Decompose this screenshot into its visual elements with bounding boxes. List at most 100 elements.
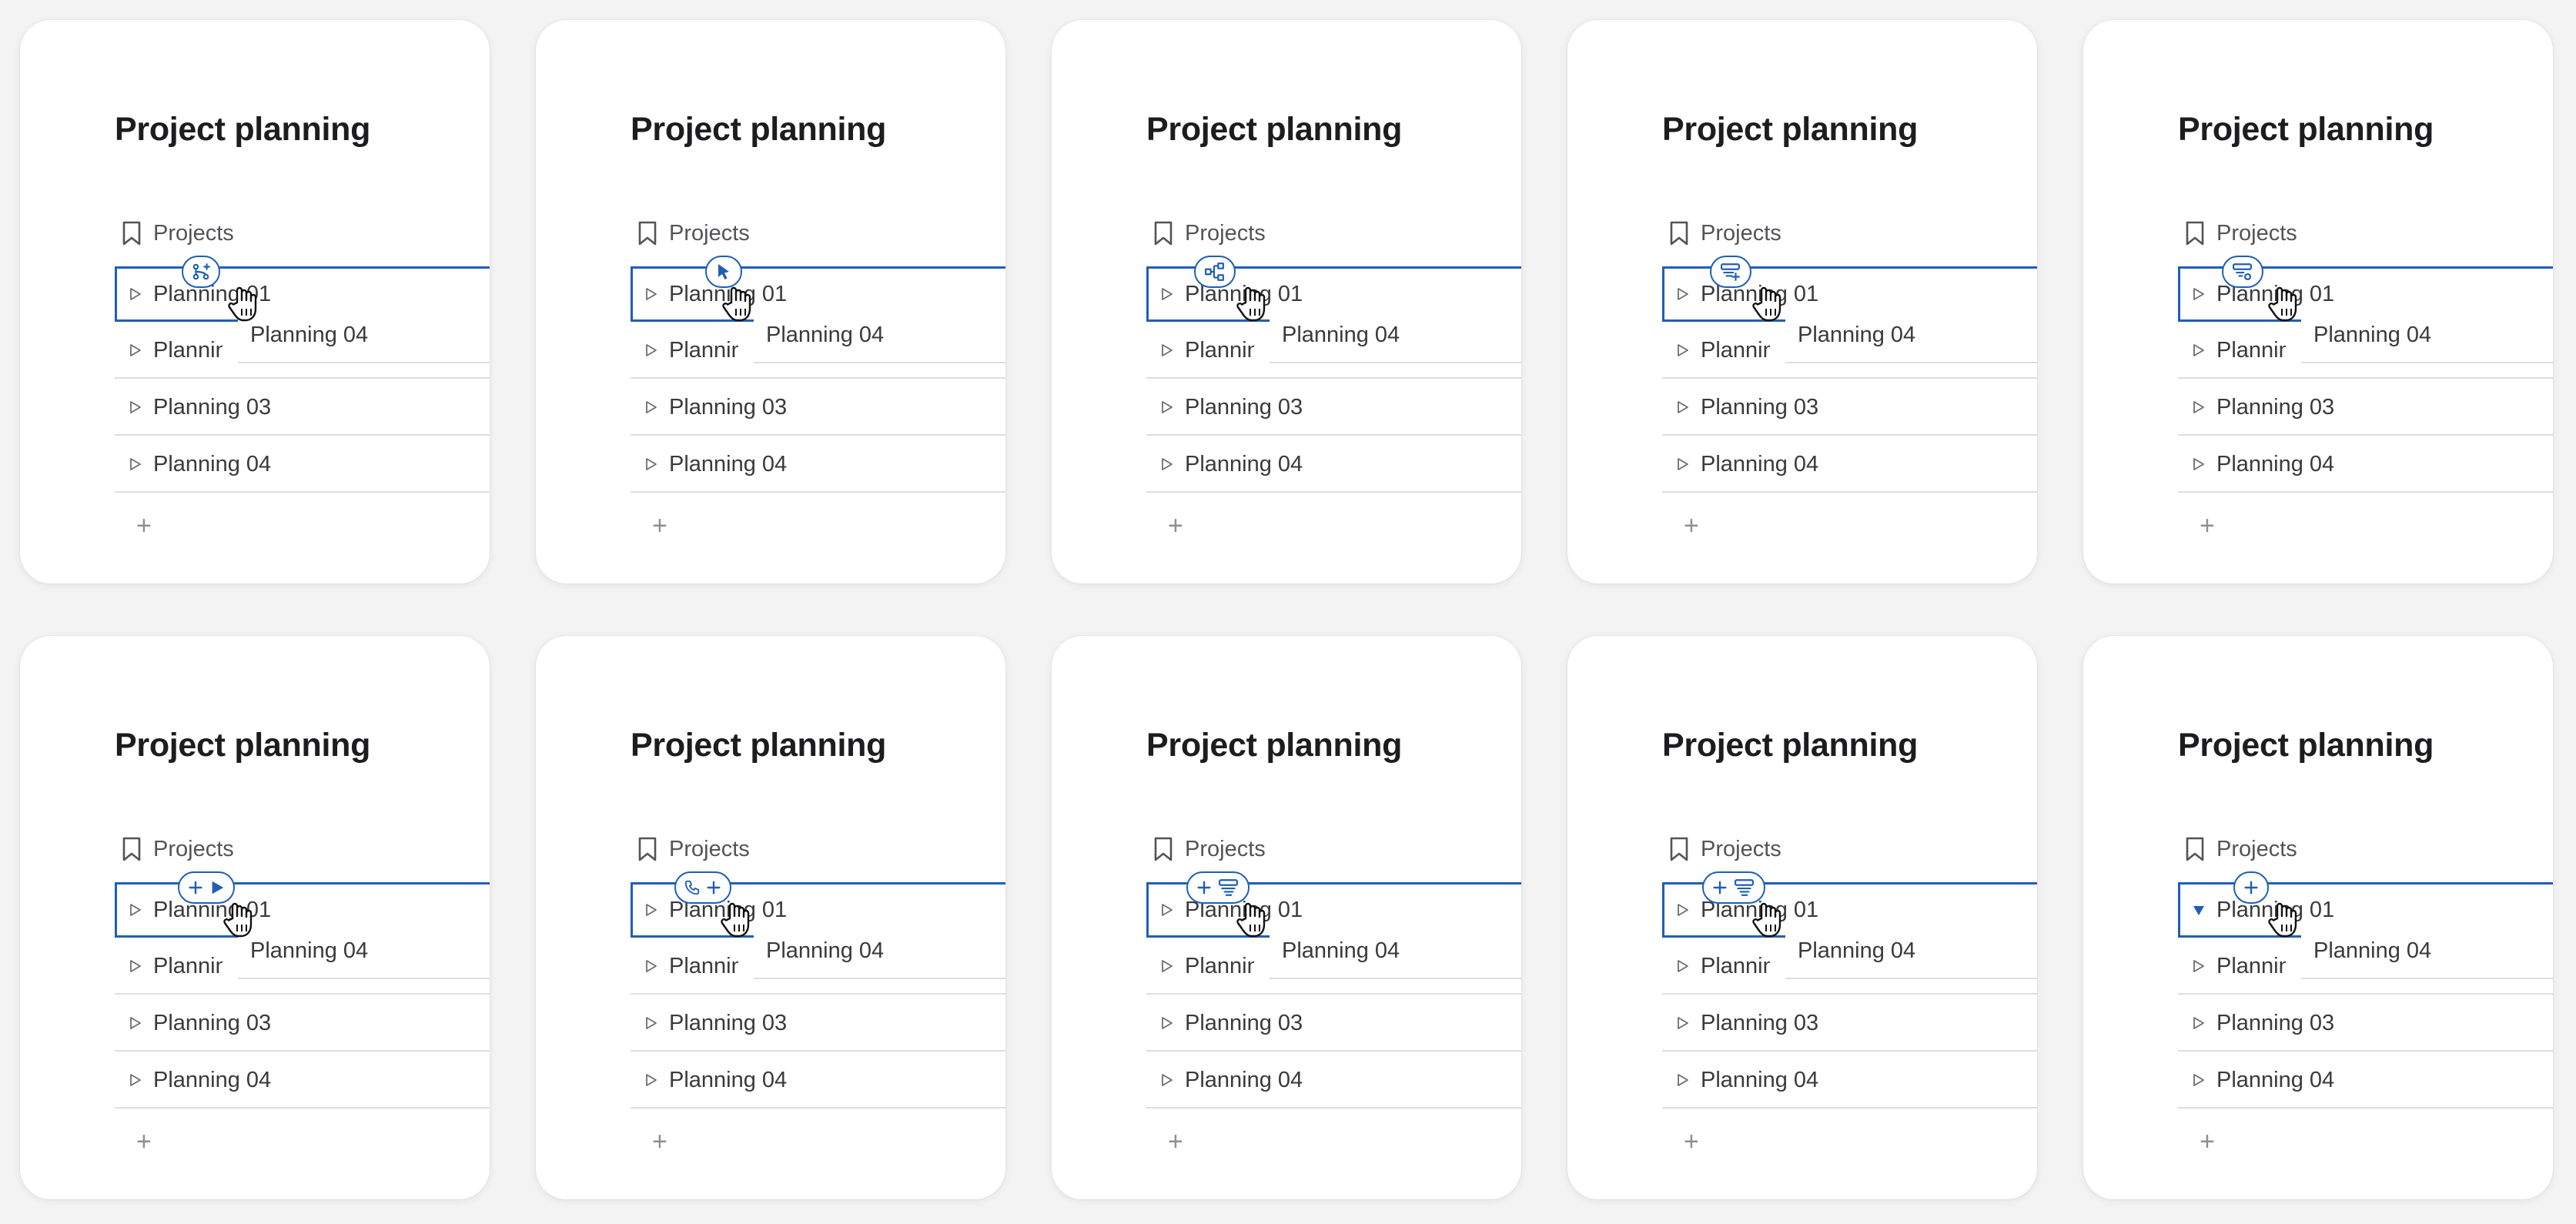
disclosure-triangle-icon[interactable]: [129, 457, 142, 471]
disclosure-triangle-icon[interactable]: [1161, 903, 1173, 917]
expanded-triangle-icon[interactable]: [2193, 903, 2205, 917]
dragged-row-ghost: Planning 04: [1270, 924, 1521, 979]
disclosure-triangle-icon[interactable]: [2193, 1016, 2205, 1030]
disclosure-triangle-icon[interactable]: [645, 903, 657, 917]
disclosure-triangle-icon[interactable]: [1677, 400, 1689, 414]
disclosure-triangle-icon[interactable]: [645, 400, 657, 414]
card-title: Project planning: [631, 111, 887, 148]
tree-row[interactable]: Planning 03: [1146, 380, 1521, 436]
disclosure-triangle-icon[interactable]: [1161, 457, 1173, 471]
bookmark-icon: [2185, 837, 2205, 861]
tree-row[interactable]: Planning 04: [1662, 437, 2037, 493]
tree-row[interactable]: Planning 04: [2178, 437, 2553, 493]
tree-row[interactable]: Planning 03: [631, 380, 1005, 436]
disclosure-triangle-icon[interactable]: [1677, 457, 1689, 471]
disclosure-triangle-icon[interactable]: [645, 1073, 657, 1087]
projects-section[interactable]: Projects: [115, 214, 234, 252]
disclosure-triangle-icon[interactable]: [1677, 1073, 1689, 1087]
projects-label: Projects: [1185, 836, 1266, 861]
tree-row[interactable]: Planning 03: [631, 996, 1005, 1052]
add-item-button[interactable]: +: [2200, 513, 2215, 539]
add-item-button[interactable]: +: [1168, 1129, 1183, 1155]
tree-row[interactable]: Planning 04: [1146, 1053, 1521, 1109]
tree-row-label: Planning 02: [1701, 337, 1770, 363]
disclosure-triangle-icon[interactable]: [129, 1016, 142, 1030]
disclosure-triangle-icon[interactable]: [1161, 1016, 1173, 1030]
project-planning-card: Project planning Projects Planning 01 Pl…: [536, 20, 1005, 584]
tree-row[interactable]: Planning 03: [1146, 996, 1521, 1052]
projects-section[interactable]: Projects: [1662, 214, 1781, 252]
disclosure-triangle-icon[interactable]: [645, 457, 657, 471]
add-item-button[interactable]: +: [1684, 1129, 1699, 1155]
disclosure-triangle-icon[interactable]: [645, 959, 657, 973]
dragged-row-ghost: Planning 04: [754, 308, 1005, 363]
disclosure-triangle-icon[interactable]: [2193, 343, 2205, 357]
tree-row[interactable]: Planning 03: [115, 380, 490, 436]
tree-row[interactable]: Planning 04: [115, 437, 490, 493]
projects-section[interactable]: Projects: [2178, 830, 2297, 868]
tree-row[interactable]: Planning 04: [631, 437, 1005, 493]
bookmark-icon: [637, 837, 657, 861]
projects-section[interactable]: Projects: [115, 830, 234, 868]
disclosure-triangle-icon[interactable]: [1677, 343, 1689, 357]
disclosure-triangle-icon[interactable]: [1677, 287, 1689, 301]
disclosure-triangle-icon[interactable]: [2193, 1073, 2205, 1087]
disclosure-triangle-icon[interactable]: [129, 959, 142, 973]
disclosure-triangle-icon[interactable]: [1161, 343, 1173, 357]
disclosure-triangle-icon[interactable]: [1677, 959, 1689, 973]
tree-row[interactable]: Planning 03: [2178, 996, 2553, 1052]
tree-row[interactable]: Planning 03: [1662, 380, 2037, 436]
disclosure-triangle-icon[interactable]: [1677, 903, 1689, 917]
disclosure-triangle-icon[interactable]: [645, 1016, 657, 1030]
disclosure-triangle-icon[interactable]: [645, 343, 657, 357]
bookmark-icon: [122, 221, 142, 246]
projects-label: Projects: [2216, 836, 2297, 861]
disclosure-triangle-icon[interactable]: [2193, 400, 2205, 414]
tree-row[interactable]: Planning 04: [115, 1053, 490, 1109]
projects-section[interactable]: Projects: [631, 214, 750, 252]
tree-row[interactable]: Planning 04: [631, 1053, 1005, 1109]
disclosure-triangle-icon[interactable]: [129, 1073, 142, 1087]
tree-row[interactable]: Planning 03: [1662, 996, 2037, 1052]
dragged-row-label: Planning 04: [2313, 322, 2432, 347]
add-item-button[interactable]: +: [2200, 1129, 2215, 1155]
tree-row[interactable]: Planning 03: [115, 996, 490, 1052]
disclosure-triangle-icon[interactable]: [129, 343, 142, 357]
drop-action-badge: [1194, 256, 1236, 288]
disclosure-triangle-icon[interactable]: [1161, 400, 1173, 414]
tree-row-label: Planning 02: [1185, 953, 1254, 978]
tree-row[interactable]: Planning 03: [2178, 380, 2553, 436]
disclosure-triangle-icon[interactable]: [129, 400, 142, 414]
disclosure-triangle-icon[interactable]: [1161, 959, 1173, 973]
tree-row[interactable]: Planning 04: [1146, 437, 1521, 493]
projects-section[interactable]: Projects: [1146, 214, 1266, 252]
dragged-row-ghost: Planning 04: [2301, 924, 2553, 979]
disclosure-triangle-icon[interactable]: [2193, 959, 2205, 973]
disclosure-triangle-icon[interactable]: [129, 287, 142, 301]
projects-label: Projects: [2216, 220, 2297, 246]
disclosure-triangle-icon[interactable]: [1161, 1073, 1173, 1087]
grab-hand-cursor-icon: [1751, 901, 1785, 938]
add-item-button[interactable]: +: [652, 1129, 667, 1155]
tree-row-label: Planning 04: [669, 1067, 788, 1092]
tree-row[interactable]: Planning 04: [1662, 1053, 2037, 1109]
add-item-button[interactable]: +: [1684, 513, 1699, 539]
projects-section[interactable]: Projects: [1662, 830, 1781, 868]
add-item-button[interactable]: +: [1168, 513, 1183, 539]
add-item-button[interactable]: +: [136, 1129, 152, 1155]
add-item-button[interactable]: +: [652, 513, 667, 539]
projects-section[interactable]: Projects: [631, 830, 750, 868]
project-planning-card: Project planning Projects Planning 01 Pl…: [1052, 636, 1521, 1199]
drop-action-badge: [1702, 871, 1765, 904]
disclosure-triangle-icon[interactable]: [1677, 1016, 1689, 1030]
card-title: Project planning: [115, 111, 371, 148]
projects-section[interactable]: Projects: [2178, 214, 2297, 252]
disclosure-triangle-icon[interactable]: [645, 287, 657, 301]
disclosure-triangle-icon[interactable]: [2193, 457, 2205, 471]
disclosure-triangle-icon[interactable]: [129, 903, 142, 917]
disclosure-triangle-icon[interactable]: [2193, 287, 2205, 301]
disclosure-triangle-icon[interactable]: [1161, 287, 1173, 301]
tree-row[interactable]: Planning 04: [2178, 1053, 2553, 1109]
projects-section[interactable]: Projects: [1146, 830, 1266, 868]
add-item-button[interactable]: +: [136, 513, 152, 539]
